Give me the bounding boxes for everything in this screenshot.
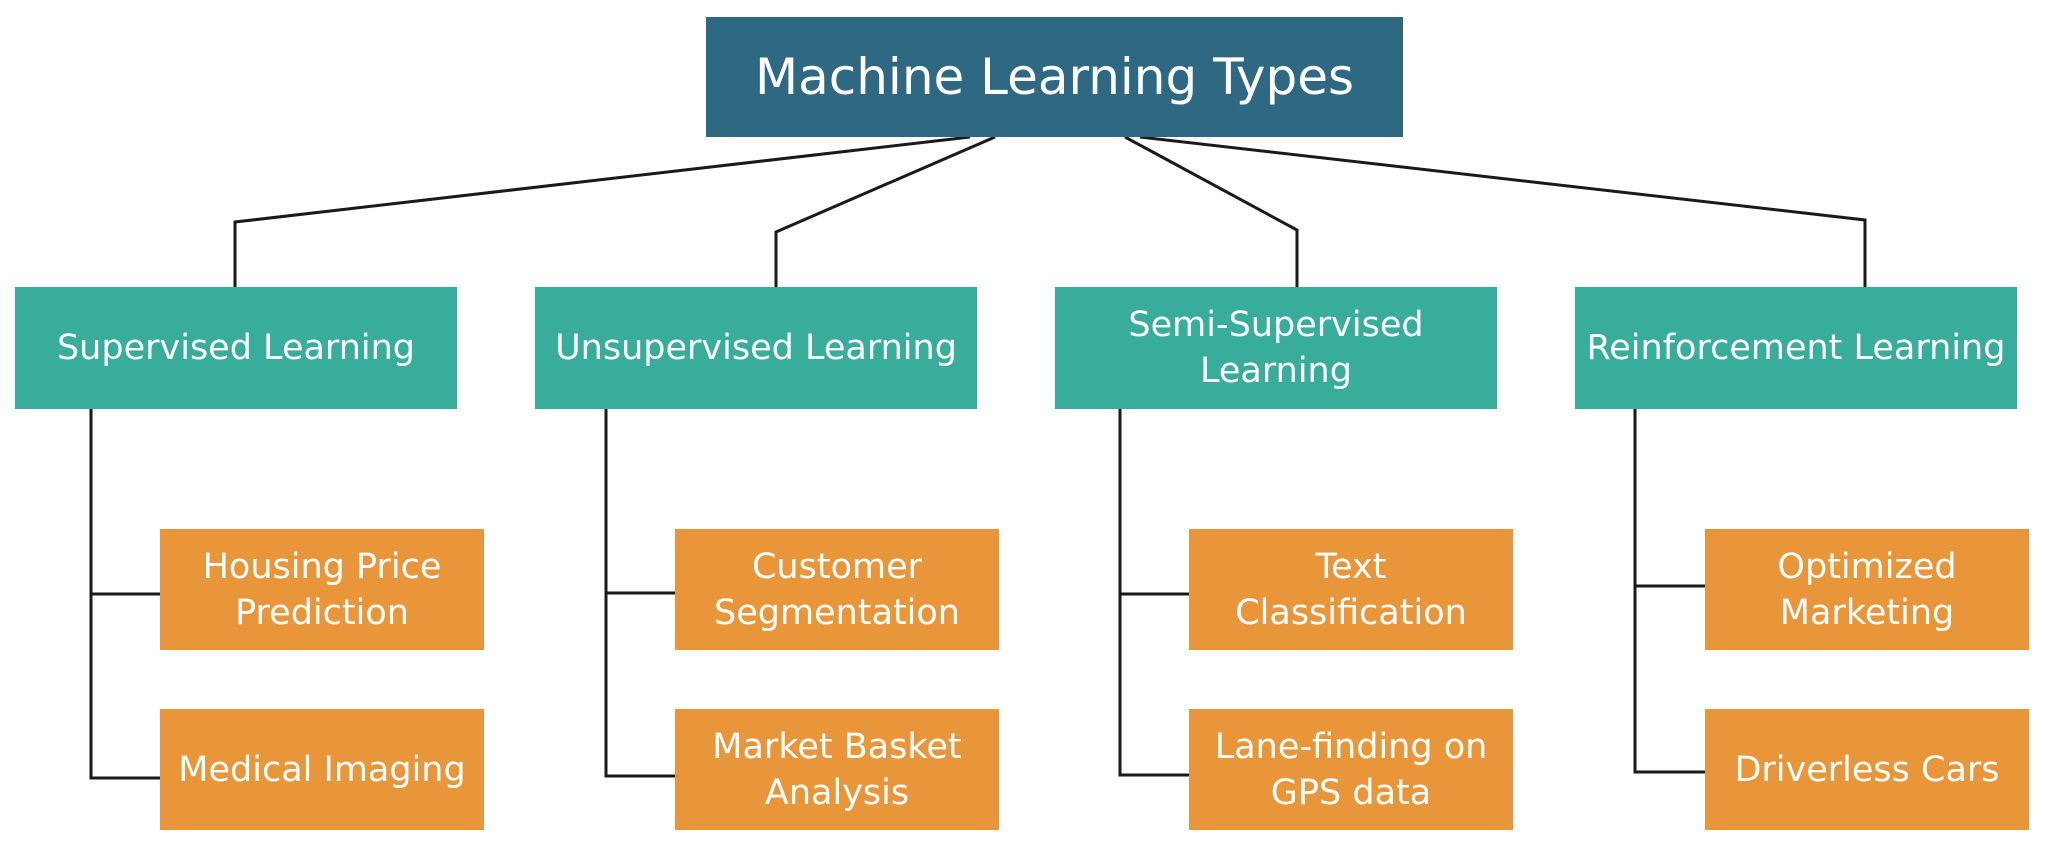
example-medical-imaging: Medical Imaging [160, 709, 484, 830]
connector-root-supervised [233, 135, 971, 287]
root-node-title: Machine Learning Types [706, 17, 1403, 137]
example-text-classification: Text Classification [1189, 529, 1513, 650]
example-optimized-marketing: Optimized Marketing [1705, 529, 2029, 650]
example-lane-finding-gps: Lane-finding on GPS data [1189, 709, 1513, 830]
connector-semi-supervised-examples [1118, 409, 1189, 777]
category-reinforcement-learning: Reinforcement Learning [1575, 287, 2017, 409]
connector-root-reinforcement [1139, 135, 1867, 287]
connector-unsupervised-examples [604, 409, 675, 778]
category-supervised-learning: Supervised Learning [15, 287, 457, 409]
connector-supervised-examples [89, 409, 160, 780]
example-housing-price-prediction: Housing Price Prediction [160, 529, 484, 650]
connector-root-semi-supervised [1124, 135, 1299, 287]
connector-root-unsupervised [774, 135, 996, 287]
connector-reinforcement-examples [1633, 409, 1705, 774]
example-driverless-cars: Driverless Cars [1705, 709, 2029, 830]
category-unsupervised-learning: Unsupervised Learning [535, 287, 977, 409]
example-customer-segmentation: Customer Segmentation [675, 529, 999, 650]
category-semi-supervised-learning: Semi-Supervised Learning [1055, 287, 1497, 409]
example-market-basket-analysis: Market Basket Analysis [675, 709, 999, 830]
